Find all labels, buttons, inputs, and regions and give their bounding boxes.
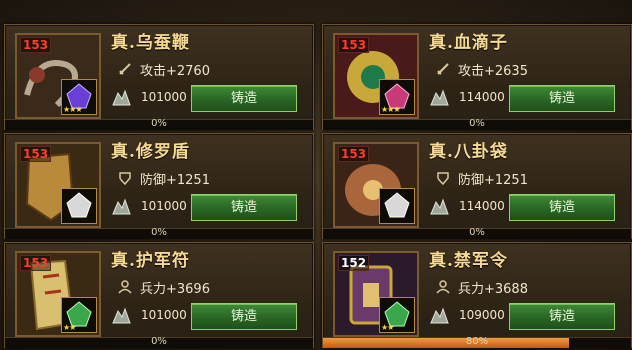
forge-cost: 101000: [141, 90, 187, 104]
gem-slot[interactable]: ★★: [379, 297, 415, 333]
shield-stat-icon: [119, 172, 131, 185]
progress-label: 0%: [151, 227, 167, 238]
equipment-name: 真.修罗盾: [111, 142, 190, 162]
equipment-slot[interactable]: 153: [333, 142, 419, 228]
troops-icon: [436, 280, 450, 294]
item-level: 153: [20, 146, 52, 162]
forge-cost: 109000: [459, 308, 505, 322]
ore-icon: [112, 89, 131, 106]
stat-value: 防御+1251: [458, 173, 528, 188]
gem-slot[interactable]: [379, 188, 415, 224]
progress-label: 0%: [469, 118, 485, 129]
equipment-slot[interactable]: 152 ★★: [333, 251, 419, 337]
equipment-slot[interactable]: 153 ★★★: [333, 33, 419, 119]
equipment-card: 153 真.修罗盾 防御+1251 101000 铸造 0%: [4, 133, 314, 239]
forge-progress-bar: 0%: [5, 118, 313, 130]
forge-button[interactable]: 铸造: [191, 85, 297, 112]
forge-progress-bar: 0%: [323, 118, 631, 130]
gem-icon: [66, 192, 92, 218]
equipment-slot[interactable]: 153 ★★: [15, 251, 101, 337]
stat-value: 兵力+3696: [140, 282, 210, 297]
troops-icon: [118, 280, 132, 294]
gem-icon: [384, 192, 410, 218]
forge-button[interactable]: 铸造: [191, 303, 297, 330]
forge-cost: 101000: [141, 199, 187, 213]
ore-icon: [430, 198, 449, 215]
equipment-name: 真.禁军令: [429, 251, 508, 271]
stat-value: 防御+1251: [140, 173, 210, 188]
equipment-card: 153 ★★★ 真.乌蚕鞭 攻击+2760 101000 铸造 0%: [4, 24, 314, 130]
ore-icon: [112, 307, 131, 324]
equipment-name: 真.血滴子: [429, 33, 508, 53]
item-level: 152: [338, 255, 370, 271]
equipment-card: 153 真.八卦袋 防御+1251 114000 铸造 0%: [322, 133, 632, 239]
star-rating: ★★: [381, 323, 394, 332]
ore-icon: [430, 89, 449, 106]
ore-icon: [112, 198, 131, 215]
forge-button[interactable]: 铸造: [509, 85, 615, 112]
progress-label: 0%: [469, 227, 485, 238]
sword-icon: [437, 63, 449, 75]
forge-progress-bar: 0%: [5, 227, 313, 239]
stat-value: 攻击+2760: [140, 64, 210, 79]
equipment-slot[interactable]: 153: [15, 142, 101, 228]
equipment-card: 153 ★★★ 真.血滴子 攻击+2635 114000 铸造 0%: [322, 24, 632, 130]
progress-label: 80%: [465, 336, 489, 347]
equipment-card: 152 ★★ 真.禁军令 兵力+3688 109000 铸造 80%: [322, 242, 632, 348]
gem-slot[interactable]: [61, 188, 97, 224]
stat-value: 兵力+3688: [458, 282, 528, 297]
forge-progress-bar: 80%: [323, 336, 631, 348]
forge-panel: 153 ★★★ 真.乌蚕鞭 攻击+2760 101000 铸造 0% 153 ★…: [0, 0, 632, 350]
progress-label: 0%: [151, 336, 167, 347]
forge-progress-bar: 0%: [323, 227, 631, 239]
item-level: 153: [338, 37, 370, 53]
forge-button[interactable]: 铸造: [509, 303, 615, 330]
progress-label: 0%: [151, 118, 167, 129]
shield-stat-icon: [437, 172, 449, 185]
sword-icon: [119, 63, 131, 75]
gem-slot[interactable]: ★★★: [379, 79, 415, 115]
item-level: 153: [338, 146, 370, 162]
forge-cost: 101000: [141, 308, 187, 322]
gem-slot[interactable]: ★★: [61, 297, 97, 333]
forge-progress-bar: 0%: [5, 336, 313, 348]
forge-button[interactable]: 铸造: [509, 194, 615, 221]
star-rating: ★★★: [63, 105, 82, 114]
gem-slot[interactable]: ★★★: [61, 79, 97, 115]
equipment-name: 真.乌蚕鞭: [111, 33, 190, 53]
item-level: 153: [20, 255, 52, 271]
forge-button[interactable]: 铸造: [191, 194, 297, 221]
equipment-card: 153 ★★ 真.护军符 兵力+3696 101000 铸造 0%: [4, 242, 314, 348]
item-level: 153: [20, 37, 52, 53]
equipment-name: 真.护军符: [111, 251, 190, 271]
equipment-slot[interactable]: 153 ★★★: [15, 33, 101, 119]
forge-cost: 114000: [459, 90, 505, 104]
equipment-name: 真.八卦袋: [429, 142, 508, 162]
ore-icon: [430, 307, 449, 324]
forge-cost: 114000: [459, 199, 505, 213]
star-rating: ★★: [63, 323, 76, 332]
stat-value: 攻击+2635: [458, 64, 528, 79]
star-rating: ★★★: [381, 105, 400, 114]
